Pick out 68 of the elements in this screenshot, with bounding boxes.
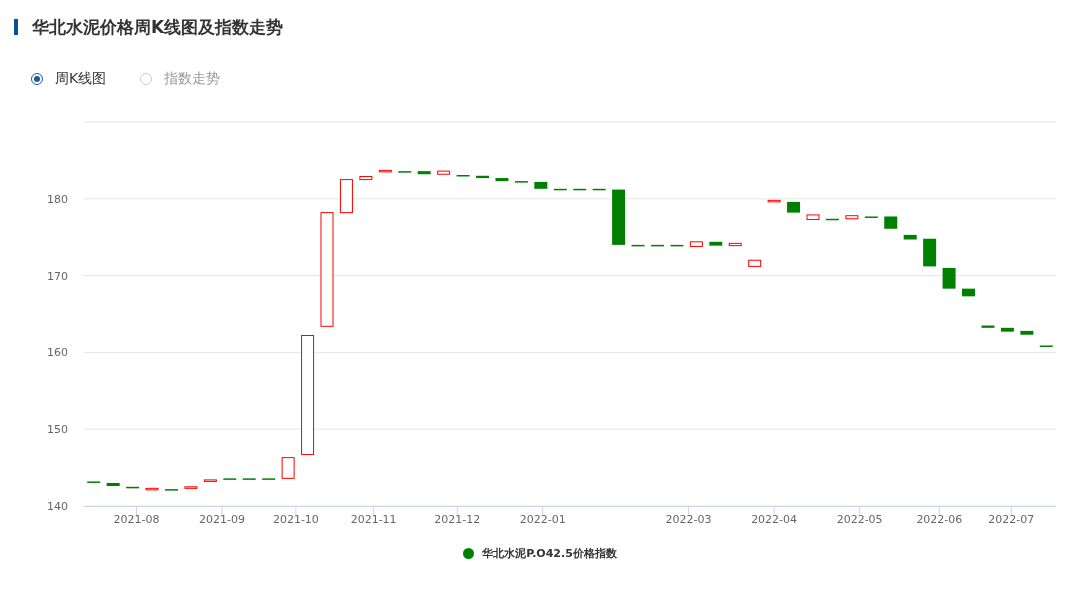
candlestick — [165, 489, 178, 491]
title-accent-bar — [14, 19, 18, 35]
candlestick — [223, 478, 237, 480]
candlestick — [87, 481, 101, 483]
candlestick — [903, 234, 917, 240]
candlestick — [359, 176, 373, 181]
candlestick — [942, 267, 956, 289]
axis-label: 2021-09 — [199, 513, 245, 526]
candlestick — [709, 241, 723, 246]
candlestick — [417, 171, 431, 175]
page-title: 华北水泥价格周K线图及指数走势 — [32, 15, 284, 39]
axis-label: 2021-12 — [434, 513, 481, 526]
candlestick — [689, 241, 703, 247]
candlestick — [203, 479, 217, 482]
candlestick — [631, 244, 645, 247]
candlestick — [398, 171, 412, 173]
candlestick — [592, 188, 606, 191]
candlestick — [339, 179, 353, 214]
candlestick — [825, 218, 839, 221]
candlestick — [767, 199, 781, 203]
candlestick — [573, 188, 587, 191]
candlestick — [923, 238, 937, 267]
axis-label: 2021-10 — [272, 513, 319, 526]
axis-label: 2021-11 — [350, 513, 397, 526]
candlestick — [787, 201, 801, 213]
candlestick — [456, 175, 470, 177]
candlestick — [553, 188, 567, 191]
candlestick — [476, 175, 489, 179]
axis-label: 2021-08 — [113, 513, 160, 526]
axis-label: 160 — [47, 346, 68, 360]
axis-label: 2022-06 — [916, 513, 963, 526]
candlestick — [748, 259, 762, 267]
candlestick — [806, 214, 820, 221]
candlestick — [184, 486, 198, 489]
candlestick — [670, 244, 684, 247]
candlestick — [1020, 330, 1034, 335]
axis-label: 180 — [47, 192, 68, 206]
candlestick — [1039, 345, 1053, 347]
candlestick — [981, 325, 995, 328]
candlestick — [514, 181, 528, 183]
candlestick — [437, 170, 451, 175]
candlestick — [145, 487, 159, 491]
candlestick — [728, 242, 742, 247]
candlestick — [281, 457, 295, 479]
axis-label: 2022-01 — [519, 513, 566, 526]
candlestick — [962, 288, 975, 297]
axis-label: 170 — [47, 269, 68, 283]
candlestick — [884, 216, 898, 229]
axis-label: 2022-07 — [988, 513, 1035, 526]
candlestick — [864, 216, 878, 218]
candlestick — [378, 169, 392, 173]
candlestick — [262, 478, 276, 480]
axis-label: 2022-04 — [751, 513, 798, 526]
axis-label: 140 — [47, 500, 68, 513]
axis-label: 150 — [47, 423, 68, 437]
axis-label: 2022-05 — [836, 513, 883, 526]
candlestick — [126, 486, 140, 489]
candlestick — [242, 478, 256, 480]
candlestick — [651, 244, 664, 247]
candlestick — [495, 178, 509, 182]
candlestick — [612, 189, 626, 245]
radio-option[interactable]: 周K线图 — [31, 70, 107, 88]
candlestick — [1000, 327, 1014, 332]
axis-label: 2022-03 — [665, 513, 712, 526]
candlestick — [106, 482, 120, 487]
candlestick — [534, 181, 548, 189]
legend-label: 华北水泥P.O42.5价格指数 — [482, 546, 617, 561]
candlestick — [845, 215, 859, 220]
